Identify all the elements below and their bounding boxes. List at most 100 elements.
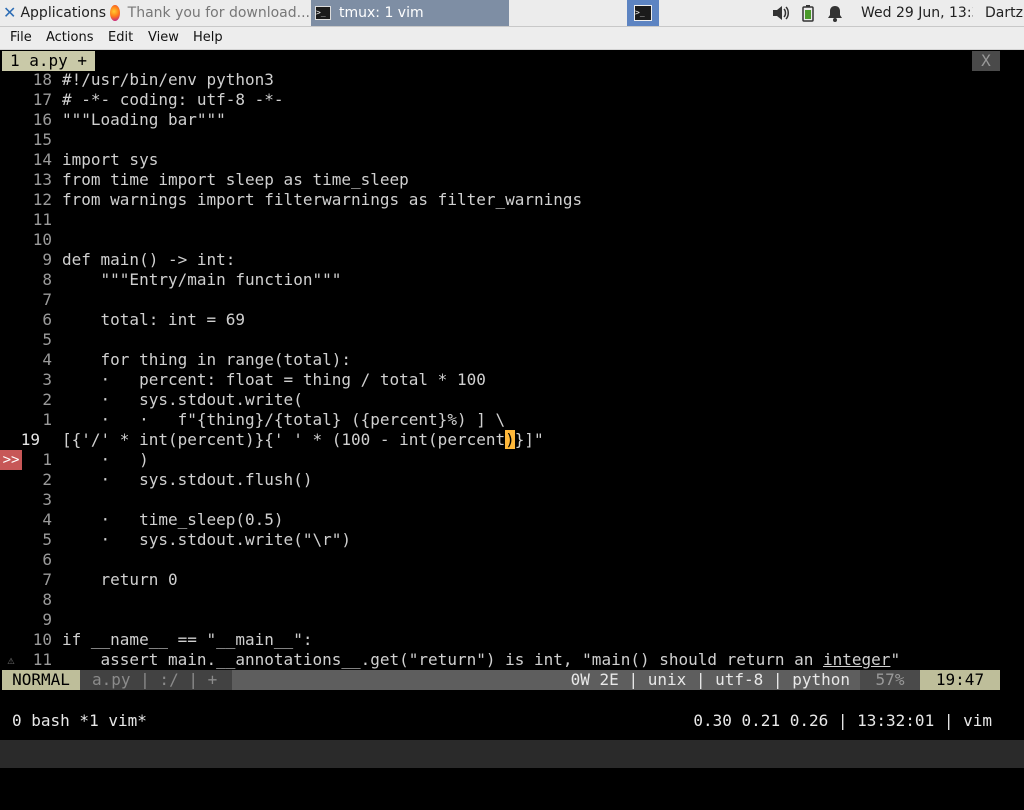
- code-line[interactable]: 8: [0, 590, 1024, 610]
- line-number: 13: [32, 170, 52, 189]
- line-number: 2: [42, 470, 52, 489]
- tmux-window-title: tmux: 1 vim: [339, 5, 424, 21]
- taskbar-window-firefox[interactable]: Thank you for download...: [110, 0, 310, 26]
- code-line[interactable]: 2 · sys.stdout.write(: [0, 390, 1024, 410]
- line-number: 3: [42, 370, 52, 389]
- code-line[interactable]: 13 from time import sleep as time_sleep: [0, 170, 1024, 190]
- line-number: 19: [20, 430, 40, 449]
- code-line[interactable]: 16 """Loading bar""": [0, 110, 1024, 130]
- code-segment: }]": [514, 430, 544, 449]
- code-line[interactable]: 18 #!/usr/bin/env python3: [0, 70, 1024, 90]
- code-text: import sys: [62, 150, 159, 169]
- code-line[interactable]: 3: [0, 490, 1024, 510]
- line-number: 3: [42, 490, 52, 509]
- vim-tab-a-py[interactable]: 1 a.py +: [2, 51, 96, 71]
- volume-icon[interactable]: [772, 4, 790, 22]
- line-number: 18: [32, 70, 52, 89]
- code-line[interactable]: 10: [0, 230, 1024, 250]
- code-text: """Loading bar""": [62, 110, 226, 129]
- code-segment: assert main.__annotations__.get("return"…: [62, 650, 823, 669]
- vim-status-position: 19:47: [920, 670, 1000, 690]
- code-line[interactable]: 6 total: int = 69: [0, 310, 1024, 330]
- code-segment: ": [890, 650, 901, 669]
- applications-menu-button[interactable]: ✕ Applications: [2, 0, 106, 26]
- xfce-logo-icon: ✕: [3, 3, 17, 22]
- code-line[interactable]: 2 · sys.stdout.flush(): [0, 470, 1024, 490]
- vim-mode-indicator: NORMAL: [2, 670, 80, 690]
- code-line[interactable]: 3 · percent: float = thing / total * 100: [0, 370, 1024, 390]
- line-number: 4: [42, 510, 52, 529]
- code-text: · sys.stdout.flush(): [62, 470, 313, 489]
- line-number: 16: [32, 110, 52, 129]
- bottom-desktop-strip: [0, 740, 1024, 768]
- firefox-icon: [110, 5, 120, 21]
- code-line[interactable]: 1 · · f"{thing}/{total} ({percent}%) ] \: [0, 410, 1024, 430]
- code-text: · ): [62, 450, 149, 469]
- code-text: """Entry/main function""": [62, 270, 342, 289]
- tmux-statusbar: 0 bash *1 vim* 0.30 0.21 0.26 | 13:32:01…: [0, 710, 1024, 732]
- line-number: 5: [42, 530, 52, 549]
- line-number: 10: [32, 230, 52, 249]
- system-tray: [772, 0, 854, 26]
- terminal-launcher-button[interactable]: >_: [627, 0, 659, 26]
- applications-label: Applications: [20, 5, 106, 21]
- menu-help[interactable]: Help: [193, 27, 223, 49]
- code-text: # -*- coding: utf-8 -*-: [62, 90, 284, 109]
- notification-bell-icon[interactable]: [826, 4, 844, 22]
- code-line[interactable]: ⚠ 11 assert main.__annotations__.get("ret…: [0, 650, 1024, 670]
- code-line[interactable]: 4 for thing in range(total):: [0, 350, 1024, 370]
- terminal-icon: >_: [315, 6, 331, 20]
- line-number: 8: [42, 270, 52, 289]
- clock[interactable]: Wed 29 Jun, 13:32: [861, 0, 973, 26]
- menu-file[interactable]: File: [10, 27, 32, 49]
- line-number: 12: [32, 190, 52, 209]
- line-number: 4: [42, 350, 52, 369]
- tmux-status-right: 0.30 0.21 0.26 | 13:32:01 | vim: [693, 711, 992, 730]
- code-line[interactable]: >> 1 · ): [0, 450, 1024, 470]
- code-text: from time import sleep as time_sleep: [62, 170, 409, 189]
- spell-underline: integer: [823, 650, 891, 669]
- code-line[interactable]: 14 import sys: [0, 150, 1024, 170]
- code-text: · percent: float = thing / total * 100: [62, 370, 486, 389]
- menu-edit[interactable]: Edit: [108, 27, 133, 49]
- terminal-launcher-icon: >_: [634, 5, 652, 21]
- taskbar-window-tmux[interactable]: >_ tmux: 1 vim: [311, 0, 509, 26]
- code-text: return 0: [62, 570, 178, 589]
- code-line[interactable]: 7 return 0: [0, 570, 1024, 590]
- line-number: 7: [42, 290, 52, 309]
- line-number: 14: [32, 150, 52, 169]
- menu-actions[interactable]: Actions: [46, 27, 94, 49]
- tmux-window-list[interactable]: 0 bash *1 vim*: [12, 710, 147, 732]
- code-line[interactable]: 8 """Entry/main function""": [0, 270, 1024, 290]
- code-line[interactable]: 17 # -*- coding: utf-8 -*-: [0, 90, 1024, 110]
- line-number: 9: [42, 250, 52, 269]
- code-text: for thing in range(total):: [62, 350, 351, 369]
- code-line[interactable]: 5: [0, 330, 1024, 350]
- line-number: 10: [32, 630, 52, 649]
- code-line[interactable]: 7: [0, 290, 1024, 310]
- code-line[interactable]: 5 · sys.stdout.write("\r"): [0, 530, 1024, 550]
- code-line[interactable]: 19 [{'/' * int(percent)}{' ' * (100 - int…: [0, 430, 1024, 450]
- terminal-area[interactable]: 1 a.py + X 18 #!/usr/bin/env python3 17 # -…: [0, 50, 1024, 768]
- error-sign-marker: >>: [0, 450, 22, 470]
- battery-icon[interactable]: [799, 4, 817, 22]
- vim-statusline: NORMAL a.py | :/ | + 0W 2E | unix | utf-…: [0, 670, 1024, 690]
- code-text: from warnings import filterwarnings as f…: [62, 190, 583, 209]
- vim-status-percent: 57%: [860, 670, 920, 690]
- code-text: def main() -> int:: [62, 250, 236, 269]
- line-number: 5: [42, 330, 52, 349]
- code-line[interactable]: 11: [0, 210, 1024, 230]
- code-line[interactable]: 12 from warnings import filterwarnings as…: [0, 190, 1024, 210]
- vim-tab-close-button[interactable]: X: [972, 51, 1000, 71]
- line-number: 11: [32, 210, 52, 229]
- menu-view[interactable]: View: [148, 27, 179, 49]
- line-number: 15: [32, 130, 52, 149]
- line-number: 11: [32, 650, 52, 669]
- user-menu[interactable]: Dartz: [985, 0, 1024, 26]
- code-line[interactable]: 15: [0, 130, 1024, 150]
- code-line[interactable]: 9: [0, 610, 1024, 630]
- code-line[interactable]: 10 if __name__ == "__main__":: [0, 630, 1024, 650]
- code-line[interactable]: 4 · time_sleep(0.5): [0, 510, 1024, 530]
- code-line[interactable]: 6: [0, 550, 1024, 570]
- code-line[interactable]: 9 def main() -> int:: [0, 250, 1024, 270]
